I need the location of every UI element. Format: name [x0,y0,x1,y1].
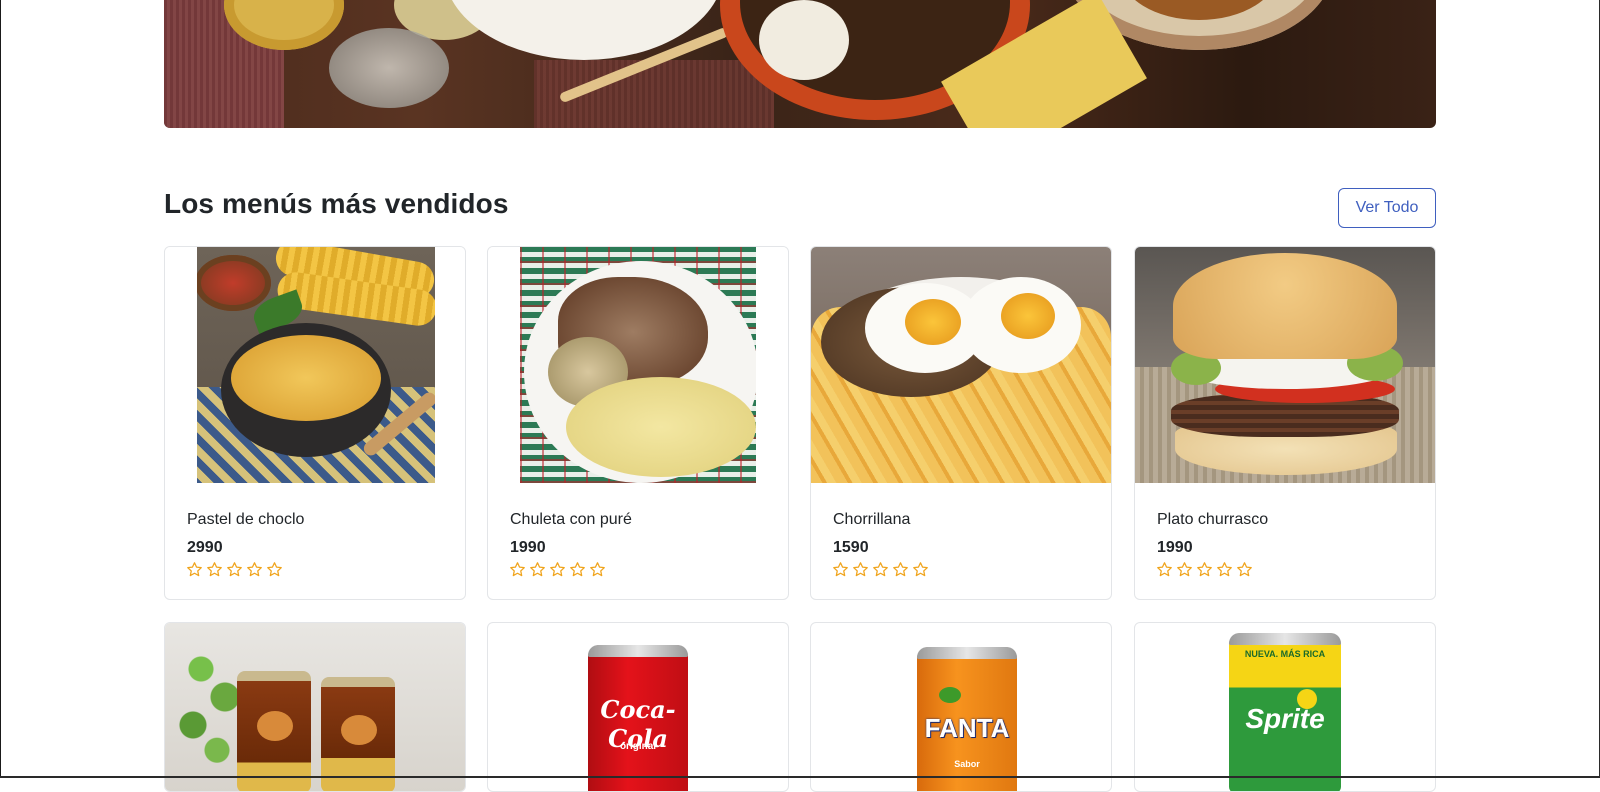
view-all-button[interactable]: Ver Todo [1338,188,1436,228]
product-name[interactable]: Plato churrasco [1157,511,1268,529]
product-image-fanta-can[interactable]: FANTA Sabor [811,623,1111,791]
star-outline-icon[interactable] [1176,561,1193,578]
star-outline-icon[interactable] [186,561,203,578]
product-name[interactable]: Pastel de choclo [187,511,304,529]
star-outline-icon[interactable] [529,561,546,578]
product-card[interactable]: Pastel de choclo 2990 [164,246,466,600]
star-outline-icon[interactable] [509,561,526,578]
star-outline-icon[interactable] [246,561,263,578]
star-outline-icon[interactable] [872,561,889,578]
window-border-left [0,0,1,778]
section-title: Los menús más vendidos [164,188,509,219]
star-outline-icon[interactable] [1216,561,1233,578]
star-outline-icon[interactable] [266,561,283,578]
rating-stars[interactable] [1156,561,1253,578]
hero-banner-image [164,0,1436,128]
can-sub-text: Sabor [954,759,980,769]
product-card[interactable]: FANTA Sabor [810,622,1112,792]
product-card[interactable]: Chuleta con puré 1990 [487,246,789,600]
rating-stars[interactable] [186,561,283,578]
product-card[interactable]: NUEVA. MÁS RICA Sprite [1134,622,1436,792]
rating-stars[interactable] [832,561,929,578]
product-image-chuleta-con-pure[interactable] [488,247,788,483]
star-outline-icon[interactable] [912,561,929,578]
star-outline-icon[interactable] [206,561,223,578]
product-price: 1990 [510,539,546,556]
product-card[interactable]: Coca-Cola original [487,622,789,792]
can-sub-text: NUEVA. MÁS RICA [1244,649,1326,659]
product-image-sprite-can[interactable]: NUEVA. MÁS RICA Sprite [1135,623,1435,791]
product-image-te-con-mote[interactable] [165,623,465,791]
product-price: 1990 [1157,539,1193,556]
product-image-pastel-de-choclo[interactable] [165,247,465,483]
product-card[interactable] [164,622,466,792]
rating-stars[interactable] [509,561,606,578]
star-outline-icon[interactable] [832,561,849,578]
product-image-chorrillana[interactable] [811,247,1111,483]
product-price: 2990 [187,539,223,556]
star-outline-icon[interactable] [1156,561,1173,578]
can-brand-text: Sprite [1245,703,1325,734]
can-sub-text: original [619,741,657,752]
star-outline-icon[interactable] [549,561,566,578]
product-image-coca-cola-can[interactable]: Coca-Cola original [488,623,788,791]
can-brand-text: FANTA [924,713,1010,743]
star-outline-icon[interactable] [1196,561,1213,578]
product-image-churrasco[interactable] [1135,247,1435,483]
product-name[interactable]: Chuleta con puré [510,511,632,529]
star-outline-icon[interactable] [852,561,869,578]
star-outline-icon[interactable] [569,561,586,578]
product-name[interactable]: Chorrillana [833,511,910,529]
product-card[interactable]: Chorrillana 1590 [810,246,1112,600]
product-card[interactable]: Plato churrasco 1990 [1134,246,1436,600]
star-outline-icon[interactable] [226,561,243,578]
star-outline-icon[interactable] [892,561,909,578]
star-outline-icon[interactable] [589,561,606,578]
product-price: 1590 [833,539,869,556]
star-outline-icon[interactable] [1236,561,1253,578]
